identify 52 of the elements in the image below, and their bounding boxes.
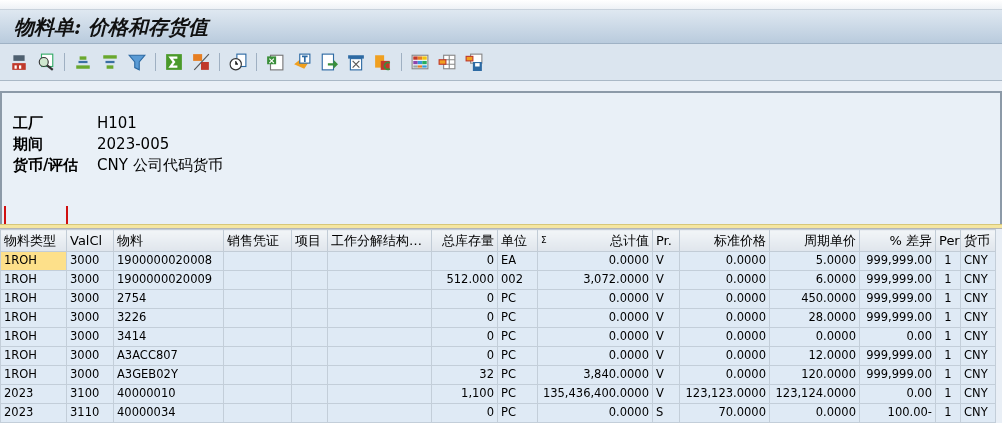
sum-marker: Σ — [541, 233, 547, 247]
layout-select-button[interactable] — [438, 53, 456, 71]
column-header[interactable]: Per — [935, 229, 961, 252]
field-label: 工厂 — [13, 113, 44, 135]
column-header[interactable]: % 差异 — [859, 229, 936, 252]
layout-select-icon — [438, 53, 456, 71]
column-label: 总计值 — [610, 231, 649, 250]
sort-ascending-icon — [74, 53, 92, 71]
column-header[interactable]: Pr. — [652, 229, 680, 252]
column-header[interactable]: 周期单价 — [769, 229, 860, 252]
filter-button[interactable] — [128, 53, 146, 71]
sort-ascending-button[interactable] — [74, 53, 92, 71]
column-header[interactable]: 单位 — [497, 229, 538, 252]
text-export-button[interactable] — [293, 53, 311, 71]
sort-descending-icon — [101, 53, 119, 71]
layout-save-icon — [465, 53, 483, 71]
column-header[interactable]: ValCl — [66, 229, 114, 252]
layout-grid-button[interactable] — [411, 53, 429, 71]
clock-document-icon — [229, 53, 247, 71]
window-title: 物料单: 价格和存货值 — [14, 13, 209, 41]
sum-icon — [165, 53, 183, 71]
field-label: 货币/评估 — [13, 155, 80, 177]
column-header[interactable]: 销售凭证 — [223, 229, 292, 252]
column-header[interactable]: 物料 — [113, 229, 224, 252]
clock-document-button[interactable] — [229, 53, 247, 71]
column-header[interactable]: 总库存量 — [431, 229, 498, 252]
field-label: 期间 — [13, 134, 44, 156]
layout-save-button[interactable] — [465, 53, 483, 71]
text-export-icon — [293, 53, 311, 71]
spreadsheet-export-icon — [266, 53, 284, 71]
column-header[interactable]: 工作分解结构… — [327, 229, 432, 252]
document-arrow-button[interactable] — [320, 53, 338, 71]
column-header[interactable]: 物料类型 — [0, 229, 67, 252]
search-button[interactable] — [37, 53, 55, 71]
subtotal-button[interactable] — [192, 53, 210, 71]
print-button[interactable] — [347, 53, 365, 71]
field-value: 2023-005 — [97, 134, 170, 156]
column-header[interactable]: 标准价格 — [679, 229, 770, 252]
spreadsheet-export-button[interactable] — [266, 53, 284, 71]
subtotal-icon — [192, 53, 210, 71]
search-icon — [37, 53, 55, 71]
print-icon — [347, 53, 365, 71]
column-header[interactable]: Σ 总计值 — [537, 229, 653, 252]
splitter-handle[interactable] — [0, 224, 1002, 229]
column-header[interactable]: 项目 — [291, 229, 328, 252]
field-value: CNY 公司代码货币 — [97, 155, 223, 177]
sort-descending-button[interactable] — [101, 53, 119, 71]
filter-icon — [128, 53, 146, 71]
sum-button[interactable] — [165, 53, 183, 71]
column-header[interactable]: 货币 — [960, 229, 996, 252]
layout-grid-icon — [411, 53, 429, 71]
field-value: H101 — [97, 113, 137, 135]
